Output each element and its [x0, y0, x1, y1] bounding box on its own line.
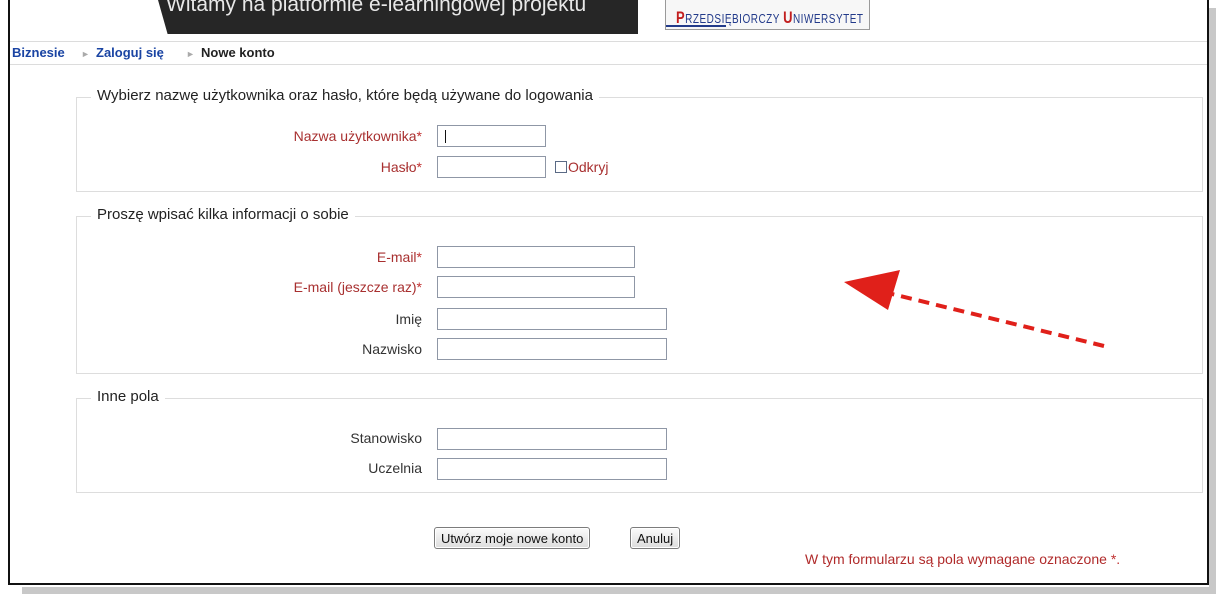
- username-input[interactable]: [437, 125, 546, 147]
- position-label: Stanowisko: [350, 430, 422, 446]
- firstname-label: Imię: [395, 311, 422, 327]
- breadcrumb-separator-icon: ►: [81, 49, 90, 59]
- personal-info-legend: Proszę wpisać kilka informacji o sobie: [91, 206, 355, 223]
- breadcrumb-home-link[interactable]: Biznesie: [12, 42, 65, 64]
- firstname-input[interactable]: [437, 308, 667, 330]
- logo-initial-p: P: [676, 8, 686, 27]
- logo-word-2: NIWERSYTET: [792, 13, 864, 27]
- email-input[interactable]: [437, 246, 635, 268]
- cancel-button[interactable]: Anuluj: [630, 527, 681, 549]
- university-input[interactable]: [437, 458, 667, 480]
- frame-shadow-right: [1209, 8, 1216, 594]
- create-account-button[interactable]: Utwórz moje nowe konto: [434, 527, 591, 549]
- university-label: Uczelnia: [368, 460, 422, 476]
- position-input[interactable]: [437, 428, 667, 450]
- breadcrumb-login-link[interactable]: Zaloguj się: [96, 42, 164, 64]
- username-label: Nazwa użytkownika*: [293, 128, 422, 144]
- breadcrumb: Biznesie ► Zaloguj się ► Nowe konto: [10, 41, 1207, 65]
- reveal-password-label[interactable]: Odkryj: [568, 159, 608, 175]
- banner-title: Witamy na platformie e-learningowej proj…: [166, 0, 587, 16]
- email-label: E-mail*: [376, 249, 422, 265]
- page-frame: Witamy na platformie e-learningowej proj…: [8, 0, 1209, 585]
- project-logo: PRZEDSIĘBIORCZY UNIWERSYTET: [665, 0, 870, 30]
- annotation-arrow-icon: [844, 270, 1105, 348]
- login-fieldset: Wybierz nazwę użytkownika oraz hasło, kt…: [76, 87, 1203, 192]
- other-fields-legend: Inne pola: [91, 388, 165, 405]
- breadcrumb-current: Nowe konto: [201, 45, 275, 60]
- welcome-banner: Witamy na platformie e-learningowej proj…: [158, 0, 638, 34]
- reveal-password-checkbox[interactable]: [555, 161, 567, 173]
- text-caret: [445, 130, 446, 143]
- required-fields-note: W tym formularzu są pola wymagane oznacz…: [805, 551, 1121, 567]
- logo-initial-u: U: [783, 8, 793, 27]
- frame-shadow-bottom: [22, 587, 1216, 594]
- password-input[interactable]: [437, 156, 546, 178]
- lastname-input[interactable]: [437, 338, 667, 360]
- logo-underline: [666, 25, 726, 27]
- email-confirm-input[interactable]: [437, 276, 635, 298]
- login-legend: Wybierz nazwę użytkownika oraz hasło, kt…: [91, 87, 599, 104]
- logo-text: PRZEDSIĘBIORCZY UNIWERSYTET: [676, 8, 864, 27]
- email-confirm-label: E-mail (jeszcze raz)*: [293, 279, 422, 295]
- breadcrumb-separator-icon: ►: [186, 49, 195, 59]
- password-label: Hasło*: [380, 159, 422, 175]
- lastname-label: Nazwisko: [362, 341, 422, 357]
